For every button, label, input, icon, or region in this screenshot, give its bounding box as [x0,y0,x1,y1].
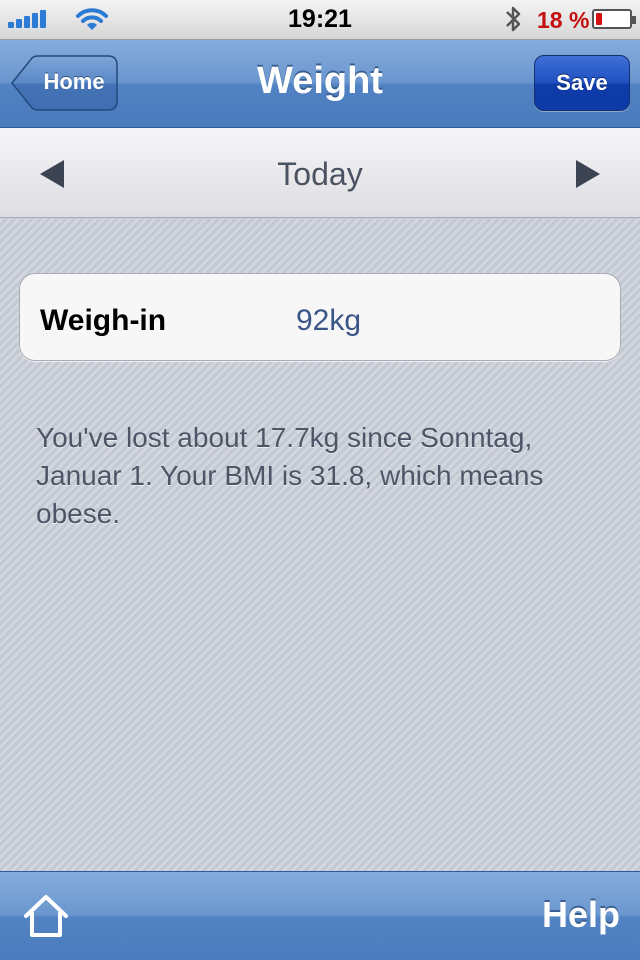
status-bar: 19:21 18 % [0,0,640,40]
save-button[interactable]: Save [534,55,630,111]
battery-percent: 18 % [537,7,590,33]
bluetooth-icon [506,6,521,32]
weigh-in-label: Weigh-in [40,304,167,337]
date-navigator: Today [0,128,640,218]
battery-fill [596,13,602,25]
navigation-bar: Home Weight Save [0,40,640,128]
content-area: Weigh-in 92kg You've lost about 17.7kg s… [0,219,640,871]
bottom-toolbar: Help [0,871,640,960]
weigh-in-row[interactable]: Weigh-in 92kg [19,273,621,361]
summary-text: You've lost about 17.7kg since Sonntag, … [36,422,544,529]
battery-icon [592,9,636,29]
home-icon[interactable] [22,894,70,938]
triangle-right-icon[interactable] [576,160,600,188]
help-button[interactable]: Help [520,894,620,936]
date-label: Today [277,156,363,192]
weigh-in-value[interactable]: 92kg [296,304,361,338]
